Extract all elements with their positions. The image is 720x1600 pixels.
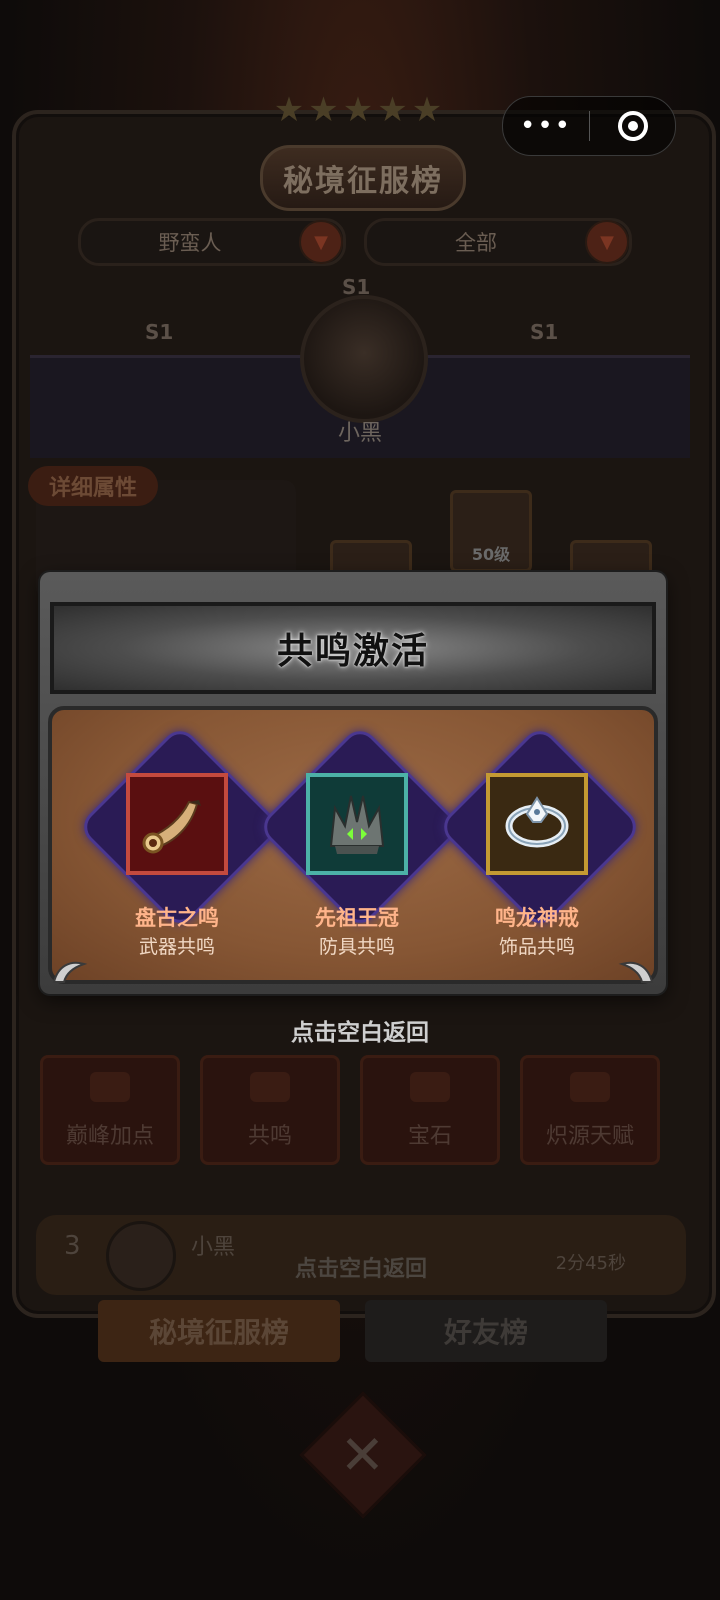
miniprogram-capsule: ••• — [502, 96, 676, 156]
action-buttons: 巅峰加点 共鸣 宝石 炽源天赋 — [40, 1055, 680, 1165]
more-menu-button[interactable]: ••• — [503, 97, 589, 155]
modal-header: 共鸣激活 — [50, 602, 656, 694]
talent-icon — [570, 1072, 610, 1102]
chevron-down-icon: ▼ — [585, 220, 629, 264]
resonance-modal: 共鸣激活 盘古之鸣 武器共鸣 先祖王冠 防具共鸣 鸣龙神戒 饰品共鸣 — [40, 572, 666, 994]
resonance-item-accessory[interactable]: 鸣龙神戒 饰品共鸣 — [436, 723, 644, 958]
item-name: 盘古之鸣 — [135, 906, 219, 930]
gem-label: 宝石 — [407, 1124, 452, 1149]
item-name: 先祖王冠 — [315, 906, 399, 930]
talent-button[interactable]: 炽源天赋 — [520, 1055, 660, 1165]
equip-level: 50级 — [471, 545, 511, 564]
season-badge-right: S1 — [530, 320, 559, 344]
crown-icon — [306, 773, 408, 875]
peak-points-label: 巅峰加点 — [65, 1124, 154, 1149]
resonance-button[interactable]: 共鸣 — [200, 1055, 340, 1165]
modal-body: 盘古之鸣 武器共鸣 先祖王冠 防具共鸣 鸣龙神戒 饰品共鸣 — [48, 706, 658, 984]
rank-stars: ★★★★★ — [273, 90, 447, 130]
peak-icon — [90, 1072, 130, 1102]
ring-icon — [486, 773, 588, 875]
player-name: 小黑 — [337, 421, 382, 446]
class-filter-dropdown[interactable]: 野蛮人 ▼ — [78, 218, 346, 266]
scope-filter-label: 全部 — [455, 231, 497, 255]
class-filter-label: 野蛮人 — [158, 231, 222, 255]
item-type: 饰品共鸣 — [498, 936, 575, 958]
modal-title: 共鸣激活 — [276, 631, 429, 672]
gem-icon — [410, 1072, 450, 1102]
horn-icon — [126, 773, 228, 875]
talent-label: 炽源天赋 — [545, 1124, 634, 1149]
resonance-item-weapon[interactable]: 盘古之鸣 武器共鸣 — [76, 723, 284, 958]
exit-button[interactable] — [590, 111, 675, 141]
peak-points-button[interactable]: 巅峰加点 — [40, 1055, 180, 1165]
resonance-icon — [250, 1072, 290, 1102]
resonance-label: 共鸣 — [247, 1124, 292, 1149]
dismiss-hint[interactable]: 点击空白返回 — [0, 1013, 720, 1047]
detail-attributes-button[interactable]: 详细属性 — [28, 466, 158, 506]
tab-conquest-ranking[interactable]: 秘境征服榜 — [98, 1300, 340, 1362]
ranking-title: 秘境征服榜 — [260, 145, 466, 211]
equip-slot[interactable]: 50级 — [450, 490, 532, 572]
target-icon — [617, 111, 648, 141]
item-type: 武器共鸣 — [138, 936, 215, 958]
scope-filter-dropdown[interactable]: 全部 ▼ — [364, 218, 632, 266]
ranking-row[interactable]: 3 小黑 2分45秒 点击空白返回 — [36, 1215, 686, 1295]
corner-ornament-right — [618, 961, 654, 983]
item-type: 防具共鸣 — [318, 936, 395, 958]
chevron-down-icon: ▼ — [299, 220, 343, 264]
tab-friend-ranking[interactable]: 好友榜 — [365, 1300, 607, 1362]
close-icon: ✕ — [340, 1423, 386, 1487]
row-dismiss-hint: 点击空白返回 — [294, 1257, 427, 1282]
resonance-item-armor[interactable]: 先祖王冠 防具共鸣 — [256, 723, 464, 958]
item-name: 鸣龙神戒 — [495, 906, 579, 930]
gem-button[interactable]: 宝石 — [360, 1055, 500, 1165]
corner-ornament-left — [52, 961, 88, 983]
player-avatar[interactable] — [300, 295, 428, 423]
season-badge-left: S1 — [145, 320, 174, 344]
